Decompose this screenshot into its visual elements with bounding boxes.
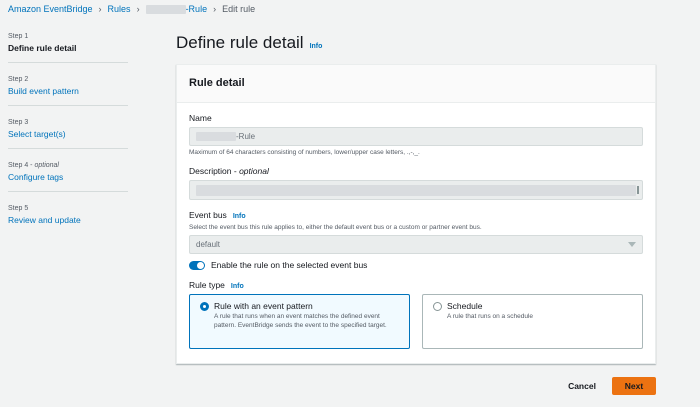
breadcrumb-eventbridge-link[interactable]: Amazon EventBridge	[8, 4, 93, 14]
breadcrumb-rule-link[interactable]: -Rule	[145, 4, 207, 15]
rule-type-schedule-tile[interactable]: Schedule A rule that runs on a schedule	[422, 294, 643, 349]
step-number: Step 5	[8, 205, 29, 212]
caret-down-icon	[628, 242, 636, 247]
cancel-button[interactable]: Cancel	[560, 377, 604, 395]
name-hint: Maximum of 64 characters consisting of n…	[189, 149, 420, 156]
step-link-review-and-update[interactable]: Review and update	[8, 215, 128, 225]
resize-handle-icon[interactable]	[637, 186, 639, 194]
step-link-configure-tags[interactable]: Configure tags	[8, 172, 128, 182]
rule-type-label: Rule type Info	[189, 280, 244, 290]
event-bus-field-group: Event bus Info Select the event bus this…	[189, 210, 643, 254]
description-textarea[interactable]	[189, 180, 643, 200]
step-link-build-event-pattern[interactable]: Build event pattern	[8, 86, 128, 96]
rule-type-event-pattern-tile[interactable]: Rule with an event pattern A rule that r…	[189, 294, 410, 349]
info-link[interactable]: Info	[310, 43, 323, 50]
breadcrumb: Amazon EventBridge › Rules › -Rule › Edi…	[8, 2, 255, 16]
radio-selected-icon[interactable]	[200, 301, 209, 311]
step-title: Define rule detail	[8, 43, 77, 53]
step-4: Step 4 - optional Configure tags	[8, 159, 128, 192]
tile-description: A rule that runs on a schedule	[447, 313, 534, 320]
rule-type-group: Rule type Info Rule with an event patter…	[189, 280, 643, 349]
event-bus-info-link[interactable]: Info	[233, 213, 246, 220]
page-title: Define rule detail Info	[176, 33, 323, 52]
tile-title: Schedule	[447, 301, 483, 311]
redacted-text	[196, 184, 636, 196]
next-button[interactable]: Next	[612, 377, 656, 395]
description-field-group: Description - optional	[189, 166, 643, 200]
chevron-right-icon: ›	[98, 4, 102, 14]
name-input[interactable]: -Rule	[189, 127, 643, 146]
step-5: Step 5 Review and update	[8, 202, 128, 234]
enable-rule-toggle-row: Enable the rule on the selected event bu…	[189, 260, 643, 270]
event-bus-hint: Select the event bus this rule applies t…	[189, 224, 482, 231]
chevron-right-icon: ›	[213, 4, 217, 14]
enable-rule-label: Enable the rule on the selected event bu…	[211, 260, 368, 270]
breadcrumb-rules-link[interactable]: Rules	[108, 4, 131, 14]
step-link-select-targets[interactable]: Select target(s)	[8, 129, 128, 139]
name-field-group: Name -Rule Maximum of 64 characters cons…	[189, 113, 643, 156]
wizard-steps: Step 1 Define rule detail Step 2 Build e…	[8, 30, 128, 244]
description-label: Description - optional	[189, 166, 269, 176]
enable-rule-toggle[interactable]	[189, 260, 205, 270]
event-bus-label: Event bus Info	[189, 210, 246, 220]
panel-header: Rule detail	[177, 65, 655, 103]
tile-title: Rule with an event pattern	[214, 301, 313, 311]
redacted-text	[196, 132, 236, 141]
radio-unselected-icon[interactable]	[433, 301, 442, 311]
chevron-right-icon: ›	[136, 4, 140, 14]
rule-type-info-link[interactable]: Info	[231, 283, 244, 290]
step-number: Step 2	[8, 76, 29, 83]
step-number: Step 4 - optional	[8, 162, 59, 169]
step-1: Step 1 Define rule detail	[8, 30, 128, 63]
redacted-text	[145, 5, 186, 15]
step-2: Step 2 Build event pattern	[8, 73, 128, 106]
breadcrumb-current: Edit rule	[222, 4, 256, 14]
step-3: Step 3 Select target(s)	[8, 116, 128, 149]
step-number: Step 3	[8, 119, 29, 126]
name-label: Name	[189, 113, 212, 123]
tile-description: A rule that runs when an event matches t…	[214, 313, 387, 329]
rule-detail-panel: Rule detail Name -Rule Maximum of 64 cha…	[176, 64, 656, 364]
step-number: Step 1	[8, 33, 29, 40]
event-bus-select[interactable]: default	[189, 235, 643, 254]
